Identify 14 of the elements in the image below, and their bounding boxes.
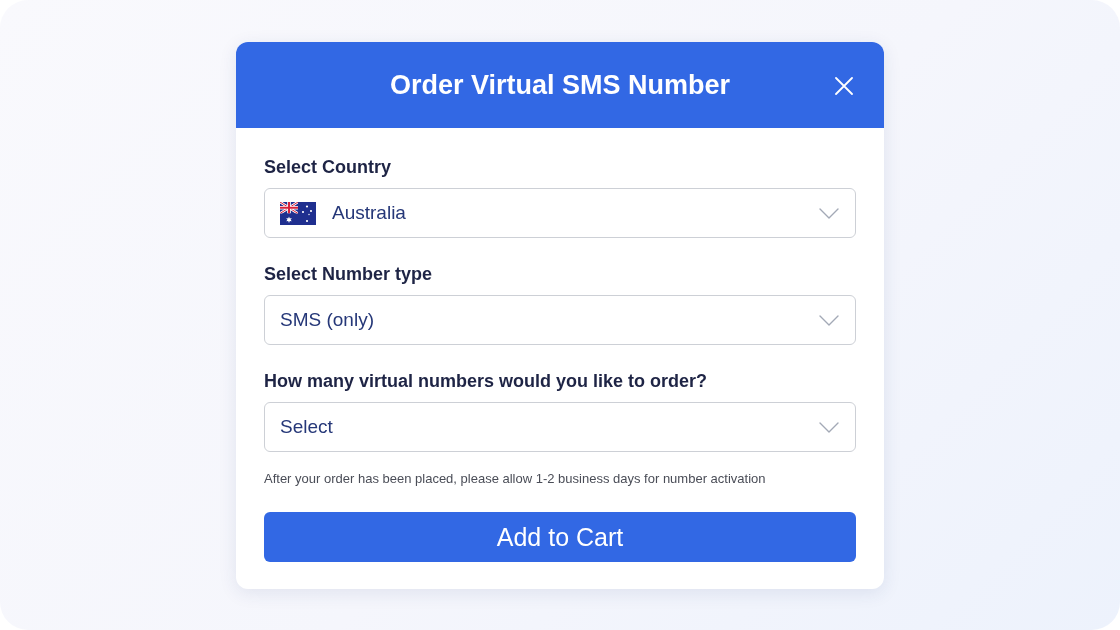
field-label: Select Number type — [264, 263, 433, 285]
add-to-cart-button[interactable]: Add to Cart — [264, 512, 856, 562]
flag-icon — [280, 201, 316, 225]
chevron-down-icon — [819, 207, 839, 219]
dropdown-field[interactable]: Australia — [264, 188, 856, 238]
dropdown-field[interactable]: Select — [264, 402, 856, 452]
activation-note: After your order has been placed, please allow 1-2 business days for number activation — [264, 471, 766, 487]
chevron-down-icon — [819, 314, 839, 326]
close-icon[interactable] — [835, 77, 853, 95]
chevron-down-icon — [819, 421, 839, 433]
dialog-title: Order Virtual SMS Number — [389, 69, 731, 101]
dropdown-field[interactable]: SMS (only) — [264, 295, 856, 345]
field-label: Select Country — [264, 156, 392, 178]
field-label: How many virtual numbers would you like to order? — [264, 370, 708, 392]
